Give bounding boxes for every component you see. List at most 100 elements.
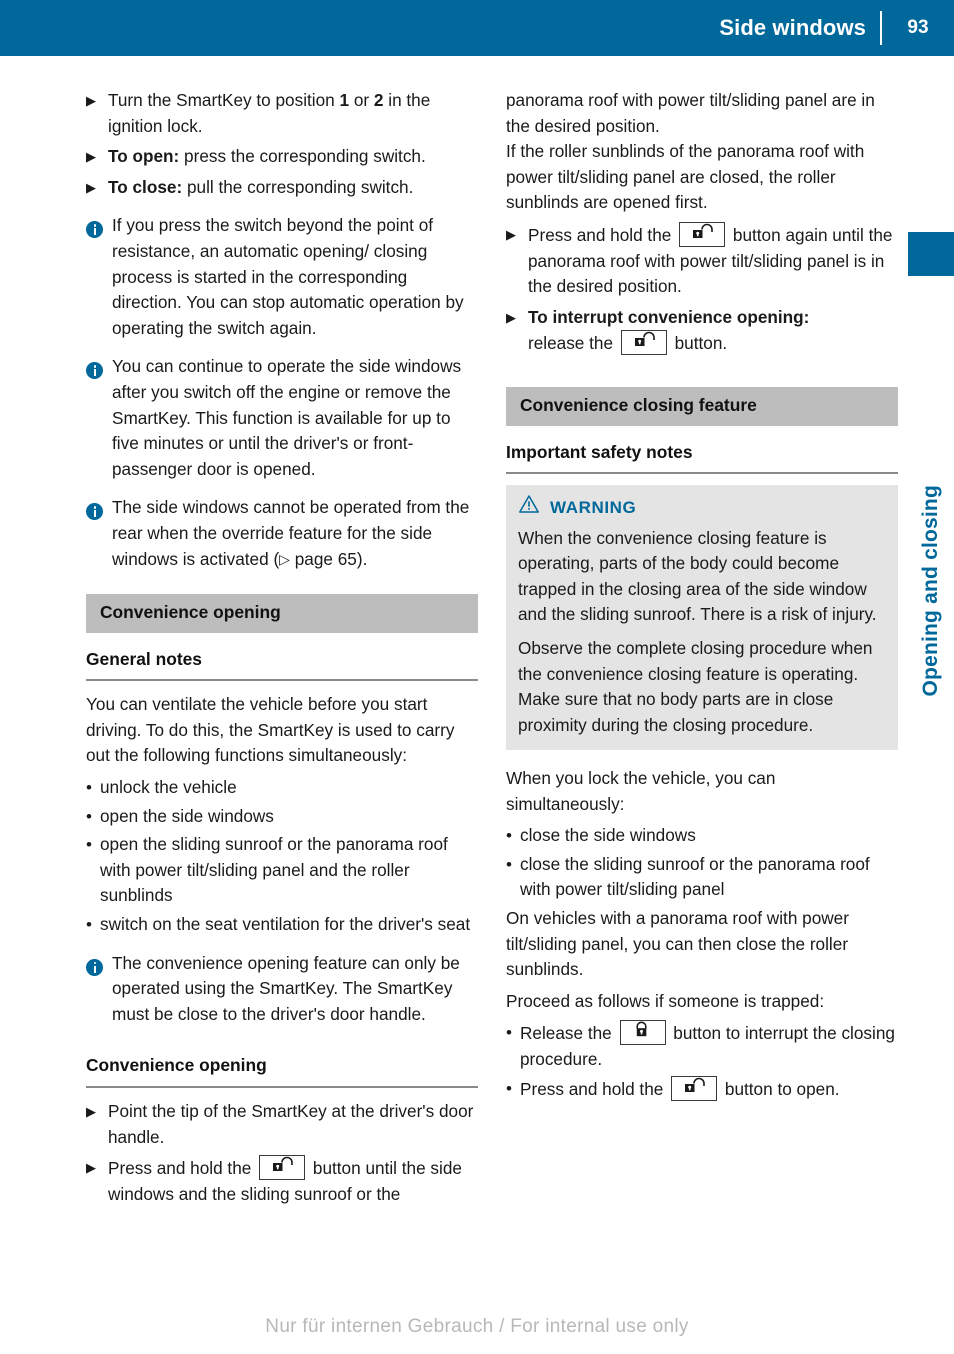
info-note: The side windows cannot be operated from… <box>86 495 478 572</box>
info-note-text: The side windows cannot be operated from… <box>112 495 478 572</box>
unlock-button-icon[interactable] <box>679 221 726 247</box>
header-inner: Side windows 93 <box>719 0 954 56</box>
side-tab-marker <box>908 232 954 276</box>
lock-intro-paragraph: When you lock the vehicle, you can simul… <box>506 767 776 814</box>
info-note-text: If you press the switch beyond the point… <box>112 215 464 338</box>
cross-reference-link[interactable]: page 65 <box>290 549 357 569</box>
bullet-dot-icon: • <box>86 915 92 935</box>
warning-paragraph: When the convenience closing feature is … <box>518 527 877 624</box>
step-lead-label: To close: <box>108 176 183 197</box>
list-item-text-part: Release the <box>520 1023 617 1044</box>
bullet-dot-icon: • <box>86 835 92 855</box>
step-text-part: release the <box>528 333 618 354</box>
step-item: ▶ Point the tip of the SmartKey at the d… <box>86 1099 478 1150</box>
list-item-text: open the side windows <box>100 805 274 826</box>
step-triangle-icon: ▶ <box>86 93 96 108</box>
unlock-button-icon[interactable] <box>671 1075 718 1101</box>
info-note-text: The convenience opening feature can only… <box>112 952 460 1024</box>
list-item: • open the sliding sunroof or the panora… <box>86 832 478 909</box>
list-item: • close the side windows <box>506 823 898 849</box>
step-text: Turn the SmartKey to position 1 or 2 in … <box>108 88 478 139</box>
side-tab-chapter: Opening and closing <box>908 276 954 696</box>
list-item-text: unlock the vehicle <box>100 777 237 798</box>
info-circle-icon <box>86 958 103 976</box>
list-item-text: switch on the seat ventilation for the d… <box>100 914 471 935</box>
step-item: ▶ Turn the SmartKey to position 1 or 2 i… <box>86 88 478 139</box>
general-notes-paragraph: You can ventilate the vehicle before you… <box>86 694 455 766</box>
page-title: Side windows <box>719 15 866 40</box>
step-text-part: button. <box>669 333 728 354</box>
bullet-dot-icon: • <box>506 1078 512 1098</box>
info-icon-wrap <box>86 495 112 572</box>
step-text-part: pull the corresponding switch. <box>182 176 414 197</box>
position-value-1: 1 <box>339 90 350 110</box>
step-text-part: Press and hold the <box>528 224 677 245</box>
warning-header: WARNING <box>518 494 884 522</box>
list-item: • switch on the seat ventilation for the… <box>86 912 478 938</box>
step-lead-label: To open: <box>108 146 180 167</box>
step-triangle-icon: ▶ <box>86 1160 96 1176</box>
subheading-important-safety-notes: Important safety notes <box>506 440 898 475</box>
list-item-text: Press and hold the button to open. <box>520 1075 898 1103</box>
bullet-dot-icon: • <box>506 854 512 874</box>
step-triangle-icon: ▶ <box>86 179 96 195</box>
step-text: Point the tip of the SmartKey at the dri… <box>108 1101 474 1147</box>
step-text-part: Press and hold the <box>108 1158 257 1179</box>
unlock-button-icon[interactable] <box>620 330 667 356</box>
info-note: The convenience opening feature can only… <box>86 951 478 1028</box>
list-item-text: open the sliding sunroof or the panorama… <box>100 834 448 906</box>
warning-title: WARNING <box>550 498 637 518</box>
info-note: You can continue to operate the side win… <box>86 354 478 482</box>
page-header: Side windows 93 <box>0 0 954 56</box>
info-circle-icon <box>86 221 103 239</box>
bullet-dot-icon: • <box>86 806 92 826</box>
step-lead-label: To interrupt convenience opening: <box>528 306 810 327</box>
warning-paragraph: Observe the complete closing procedure w… <box>518 638 873 735</box>
list-item-text-part: Press and hold the <box>520 1078 669 1099</box>
section-heading-convenience-closing: Convenience closing feature <box>506 386 898 426</box>
list-item-text-part: button to open. <box>720 1078 840 1099</box>
step-item: ▶ Press and hold the button again until … <box>506 221 898 300</box>
step-item: ▶ To interrupt convenience opening: relea… <box>506 305 898 357</box>
info-note-text: You can continue to operate the side win… <box>112 356 462 479</box>
step-text-part: Turn the SmartKey to position <box>108 90 340 110</box>
step-text-part: or <box>349 90 374 110</box>
continuation-paragraph-2: If the roller sunblinds of the panorama … <box>506 141 865 213</box>
list-item-text: close the side windows <box>520 825 696 846</box>
page-number: 93 <box>907 17 929 38</box>
list-item-text: close the sliding sunroof or the panoram… <box>520 853 870 900</box>
warning-triangle-icon <box>518 494 540 522</box>
step-text: To open: press the corresponding switch. <box>108 144 478 170</box>
subheading-general-notes: General notes <box>86 647 478 682</box>
step-text-part: press the corresponding switch. <box>179 146 426 167</box>
list-item: • unlock the vehicle <box>86 775 478 801</box>
info-icon-wrap <box>86 354 112 482</box>
cross-reference-icon: ▷ <box>279 550 290 567</box>
trapped-intro-paragraph: Proceed as follows if someone is trapped… <box>506 990 825 1011</box>
right-column: panorama roof with power tilt/sliding pa… <box>506 88 898 1105</box>
step-triangle-icon: ▶ <box>86 149 96 165</box>
lock-button-icon[interactable] <box>619 1020 666 1046</box>
step-text: Press and hold the button again until th… <box>528 221 898 300</box>
list-item: • open the side windows <box>86 804 478 830</box>
step-triangle-icon: ▶ <box>86 1104 96 1119</box>
step-item: ▶ Press and hold the button until the si… <box>86 1155 478 1207</box>
step-text: To interrupt convenience opening: release… <box>528 305 898 357</box>
list-item: • Release the button to interrupt the cl… <box>506 1020 898 1072</box>
info-note-text-part: ). <box>356 548 368 569</box>
list-item: • close the sliding sunroof or the panor… <box>506 852 898 903</box>
info-icon-wrap <box>86 213 112 341</box>
bullet-dot-icon: • <box>506 1023 512 1043</box>
info-circle-icon <box>86 503 103 521</box>
side-tab-chapter-label: Opening and closing <box>919 484 942 696</box>
step-item: ▶ To close: pull the corresponding switc… <box>86 175 478 201</box>
unlock-button-icon[interactable] <box>259 1155 306 1181</box>
bullet-dot-icon: • <box>86 778 92 798</box>
footer-watermark: Nur für internen Gebrauch / For internal… <box>265 1316 689 1337</box>
info-circle-icon <box>86 362 103 380</box>
step-item: ▶ To open: press the corresponding switc… <box>86 144 478 170</box>
bullet-dot-icon: • <box>506 826 512 846</box>
panorama-note-paragraph: On vehicles with a panorama roof with po… <box>506 907 849 980</box>
subheading-convenience-opening: Convenience opening <box>86 1053 478 1088</box>
step-triangle-icon: ▶ <box>506 226 516 242</box>
